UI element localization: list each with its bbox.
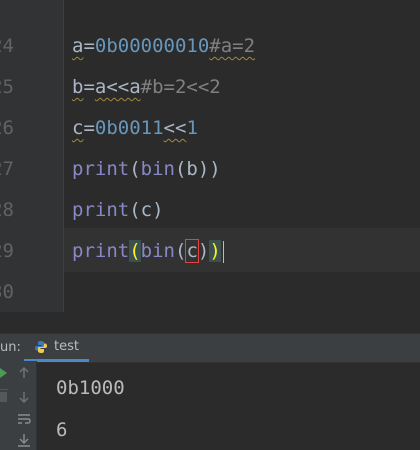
line-number: 27 — [0, 158, 14, 180]
code-text: (b)) — [174, 158, 221, 180]
paren: ( — [129, 158, 141, 180]
builtin-function: bin — [140, 158, 175, 180]
identifier: c — [72, 117, 84, 139]
line-number-gutter: 24 25 26 27 28 29 30 — [0, 0, 64, 312]
identifier: b — [72, 76, 84, 98]
code-line-28[interactable]: print(c) — [72, 198, 164, 222]
matched-paren-open: ( — [129, 240, 141, 262]
identifier: a — [72, 35, 84, 57]
code-text: (c) — [129, 199, 164, 221]
run-panel-header: un: test — [0, 333, 420, 363]
line-number: 25 — [0, 76, 14, 98]
arrow-up-icon[interactable] — [18, 367, 30, 379]
number-literal: 1 — [186, 117, 198, 139]
caret-character[interactable]: c — [185, 239, 199, 263]
operator: = — [83, 35, 95, 57]
builtin-function: bin — [140, 240, 175, 262]
line-number: 28 — [0, 199, 14, 221]
scroll-to-end-icon[interactable] — [17, 433, 31, 447]
paren: ( — [174, 240, 187, 262]
matched-paren-close: ) — [209, 240, 221, 262]
rerun-icon[interactable] — [0, 367, 8, 379]
stop-icon[interactable] — [0, 391, 8, 403]
arrow-down-icon[interactable] — [18, 391, 30, 403]
expression: a<<a — [94, 76, 141, 98]
toolbar-divider — [0, 389, 8, 390]
code-line-26[interactable]: c=0b0011<<1 — [72, 116, 198, 140]
code-line-27[interactable]: print(bin(b)) — [72, 157, 221, 181]
code-line-24[interactable]: a=0b00000010#a=2 — [72, 34, 255, 58]
operator: = — [83, 76, 95, 98]
run-tab-label: test — [54, 339, 79, 354]
console-output-line: 0b1000 — [56, 377, 125, 399]
soft-wrap-icon[interactable] — [17, 413, 31, 425]
text-cursor — [222, 240, 224, 263]
line-number: 29 — [0, 240, 14, 262]
run-toolbar — [0, 361, 37, 450]
code-line-25[interactable]: b=a<<a#b=2<<2 — [72, 75, 221, 99]
number-literal: 0b00000010 — [94, 35, 210, 57]
comment: #b=2<<2 — [140, 76, 221, 98]
number-literal: 0b0011 — [94, 117, 164, 139]
run-tab-test[interactable]: test — [24, 334, 89, 362]
operator: = — [83, 117, 95, 139]
builtin-function: print — [72, 158, 130, 180]
code-editor[interactable]: 24 25 26 27 28 29 30 a=0b00000010#a=2 b=… — [0, 0, 420, 312]
line-number: 30 — [0, 281, 14, 303]
python-icon — [35, 340, 47, 353]
builtin-function: print — [72, 199, 130, 221]
builtin-function: print — [72, 240, 130, 262]
comment: #a=2 — [209, 35, 256, 57]
line-number: 26 — [0, 117, 14, 139]
operator: << — [163, 117, 187, 139]
code-line-29[interactable]: print(bin(c)) — [72, 239, 224, 263]
run-label: un: — [0, 340, 21, 355]
paren: ) — [197, 240, 210, 262]
line-number: 24 — [0, 35, 14, 57]
console-output-line: 6 — [56, 419, 68, 441]
